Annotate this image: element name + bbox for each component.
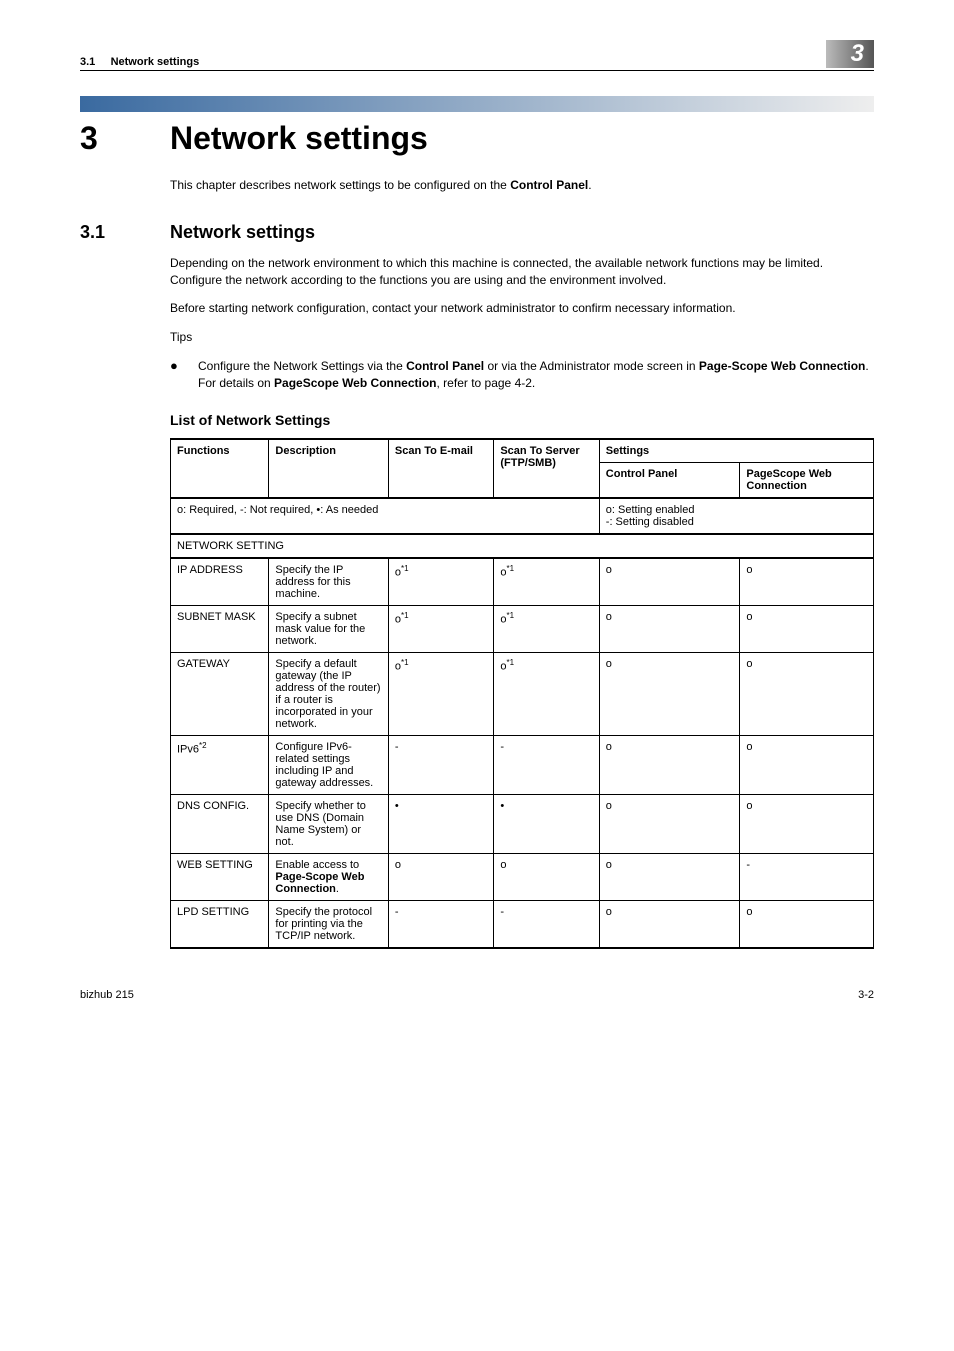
table-header-row1: Functions Description Scan To E-mail Sca… [171,439,874,463]
cell-scan-email: o [388,853,493,900]
col-scan-server: Scan To Server (FTP/SMB) [494,439,599,498]
cell-pagescope: o [740,794,874,853]
table-heading: List of Network Settings [170,412,874,428]
cell-control-panel: o [599,853,740,900]
bullet-text: Configure the Network Settings via the C… [198,358,874,392]
cell-scan-email: o*1 [388,558,493,606]
cell-scan-server: - [494,900,599,948]
cell-scan-email: • [388,794,493,853]
cell-pagescope: o [740,605,874,652]
group-label: NETWORK SETTING [171,534,874,558]
intro-suffix: . [588,178,591,192]
cell-function: WEB SETTING [171,853,269,900]
page-footer: bizhub 215 3-2 [80,989,874,1001]
cell-pagescope: - [740,853,874,900]
cell-pagescope: o [740,652,874,735]
table-row: IP ADDRESSSpecify the IP address for thi… [171,558,874,606]
cell-scan-server: - [494,735,599,794]
col-settings: Settings [599,439,873,463]
table-body: IP ADDRESSSpecify the IP address for thi… [171,558,874,948]
cell-control-panel: o [599,652,740,735]
cell-pagescope: o [740,558,874,606]
chapter-heading: 3 Network settings [80,120,874,157]
section-p1: Depending on the network environment to … [170,255,874,289]
header-section-num: 3.1 [80,56,95,68]
tips-label: Tips [170,329,874,346]
cell-control-panel: o [599,558,740,606]
section-heading: 3.1 Network settings [80,222,874,243]
chapter-badge: 3 [826,40,874,68]
cell-function: SUBNET MASK [171,605,269,652]
header-section-ref: 3.1 Network settings [80,56,199,68]
chapter-number: 3 [80,120,170,157]
cell-function: DNS CONFIG. [171,794,269,853]
bullet-icon: ● [170,358,198,392]
gradient-divider [80,96,874,112]
section-title: Network settings [170,222,315,243]
cell-control-panel: o [599,735,740,794]
cell-scan-email: o*1 [388,605,493,652]
cell-function: IPv6*2 [171,735,269,794]
table-row: WEB SETTINGEnable access to Page-Scope W… [171,853,874,900]
cell-control-panel: o [599,605,740,652]
chapter-intro: This chapter describes network settings … [170,177,874,194]
col-pagescope: PageScope Web Connection [740,462,874,498]
cell-scan-email: - [388,735,493,794]
cell-description: Configure IPv6-related settings includin… [269,735,389,794]
col-description: Description [269,439,389,498]
cell-function: IP ADDRESS [171,558,269,606]
table-row: LPD SETTINGSpecify the protocol for prin… [171,900,874,948]
footer-right: 3-2 [858,989,874,1001]
col-functions: Functions [171,439,269,498]
cell-description: Enable access to Page-Scope Web Connecti… [269,853,389,900]
tips-bullet: ● Configure the Network Settings via the… [170,358,874,392]
cell-control-panel: o [599,794,740,853]
col-control-panel: Control Panel [599,462,740,498]
table-legend-row: o: Required, -: Not required, •: As need… [171,498,874,534]
intro-bold: Control Panel [510,178,588,192]
cell-scan-email: o*1 [388,652,493,735]
table-row: IPv6*2Configure IPv6-related settings in… [171,735,874,794]
section-number: 3.1 [80,222,170,243]
cell-scan-email: - [388,900,493,948]
section-p2: Before starting network configuration, c… [170,300,874,317]
page-header: 3.1 Network settings 3 [80,40,874,71]
network-settings-table: Functions Description Scan To E-mail Sca… [170,438,874,949]
cell-description: Specify a default gateway (the IP addres… [269,652,389,735]
cell-scan-server: o*1 [494,605,599,652]
cell-pagescope: o [740,735,874,794]
cell-description: Specify the protocol for printing via th… [269,900,389,948]
cell-scan-server: • [494,794,599,853]
legend-right: o: Setting enabled -: Setting disabled [599,498,873,534]
table-row: DNS CONFIG.Specify whether to use DNS (D… [171,794,874,853]
table-group-row: NETWORK SETTING [171,534,874,558]
intro-text: This chapter describes network settings … [170,178,510,192]
cell-pagescope: o [740,900,874,948]
cell-scan-server: o*1 [494,558,599,606]
cell-description: Specify the IP address for this machine. [269,558,389,606]
header-section-text: Network settings [111,56,200,68]
cell-scan-server: o*1 [494,652,599,735]
cell-scan-server: o [494,853,599,900]
col-scan-email: Scan To E-mail [388,439,493,498]
chapter-title: Network settings [170,120,428,157]
cell-description: Specify whether to use DNS (Domain Name … [269,794,389,853]
table-row: GATEWAYSpecify a default gateway (the IP… [171,652,874,735]
legend-left: o: Required, -: Not required, •: As need… [171,498,600,534]
cell-control-panel: o [599,900,740,948]
footer-left: bizhub 215 [80,989,134,1001]
cell-description: Specify a subnet mask value for the netw… [269,605,389,652]
table-row: SUBNET MASKSpecify a subnet mask value f… [171,605,874,652]
cell-function: LPD SETTING [171,900,269,948]
cell-function: GATEWAY [171,652,269,735]
